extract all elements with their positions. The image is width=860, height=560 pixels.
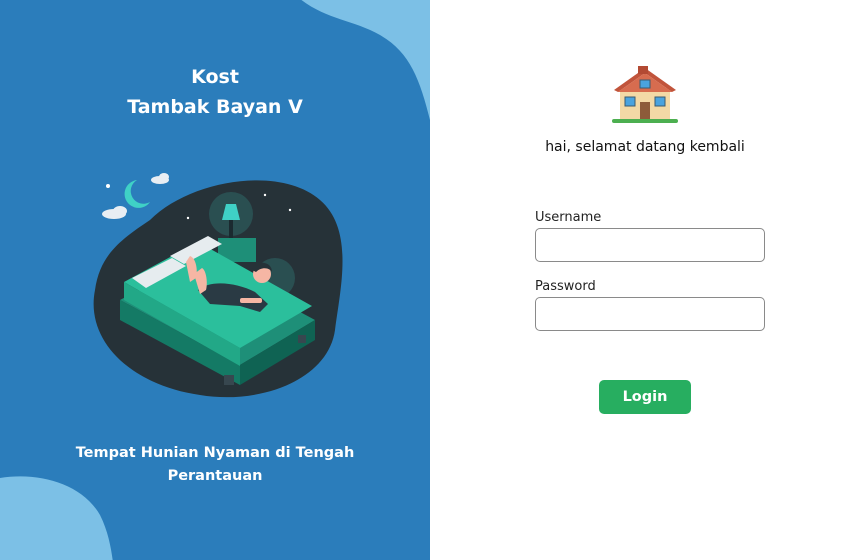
password-label: Password [535, 279, 596, 294]
login-button[interactable]: Login [599, 380, 691, 414]
welcome-message: hai, selamat datang kembali [545, 139, 745, 155]
left-panel: Kost Tambak Bayan V Tempat Hunian Nyaman… [0, 0, 430, 560]
tagline: Tempat Hunian Nyaman di Tengah Perantaua… [75, 445, 355, 484]
bed-illustration [93, 173, 343, 398]
username-label: Username [535, 210, 602, 225]
password-input[interactable] [535, 297, 765, 331]
brand-name-line2: Tambak Bayan V [127, 96, 303, 118]
username-input[interactable] [535, 228, 765, 262]
login-panel: hai, selamat datang kembali Username Pas… [430, 0, 860, 560]
brand-name-line1: Kost [191, 66, 239, 88]
house-icon [612, 66, 678, 123]
